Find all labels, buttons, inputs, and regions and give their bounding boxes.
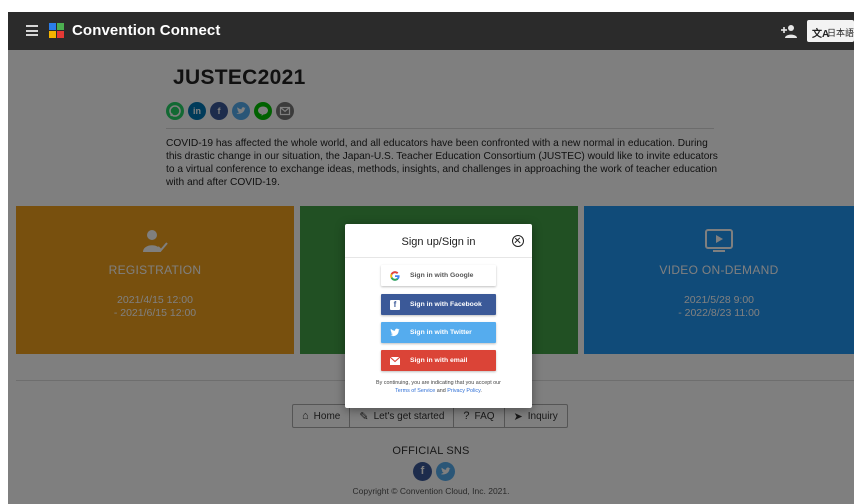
sign-in-email-button[interactable]: Sign in with email <box>381 350 496 371</box>
legal-text: By continuing, you are indicating that y… <box>376 380 501 386</box>
language-label: 日本語 <box>827 28 854 38</box>
button-label: Sign in with Facebook <box>410 301 482 308</box>
button-label: Sign in with Google <box>410 272 474 279</box>
close-icon[interactable] <box>512 235 524 247</box>
button-label: Sign in with email <box>410 357 468 364</box>
add-user-icon[interactable] <box>781 24 797 38</box>
dialog-title: Sign up/Sign in <box>401 236 476 248</box>
divider <box>345 257 532 258</box>
period-text: . <box>480 387 482 394</box>
mail-icon <box>390 356 400 366</box>
top-app-bar: Convention Connect 文A 日本語 <box>8 12 854 50</box>
terms-of-service-link[interactable]: Terms of Service <box>395 388 435 394</box>
privacy-policy-link[interactable]: Privacy Policy <box>447 388 480 394</box>
hamburger-menu-icon[interactable] <box>26 25 38 36</box>
app-title[interactable]: Convention Connect <box>72 22 220 39</box>
facebook-icon: f <box>390 299 400 310</box>
sign-in-dialog: Sign up/Sign in Sign in with Google f Si… <box>345 224 532 408</box>
legal-notice: By continuing, you are indicating that y… <box>357 380 520 395</box>
convention-connect-logo-icon <box>49 23 65 39</box>
sign-in-twitter-button[interactable]: Sign in with Twitter <box>381 322 496 343</box>
twitter-icon <box>390 328 400 338</box>
sign-in-google-button[interactable]: Sign in with Google <box>381 265 496 286</box>
sign-in-facebook-button[interactable]: f Sign in with Facebook <box>381 294 496 315</box>
google-icon <box>390 270 400 281</box>
and-text: and <box>436 387 446 394</box>
language-toggle-button[interactable]: 文A 日本語 <box>807 20 854 42</box>
button-label: Sign in with Twitter <box>410 329 472 336</box>
